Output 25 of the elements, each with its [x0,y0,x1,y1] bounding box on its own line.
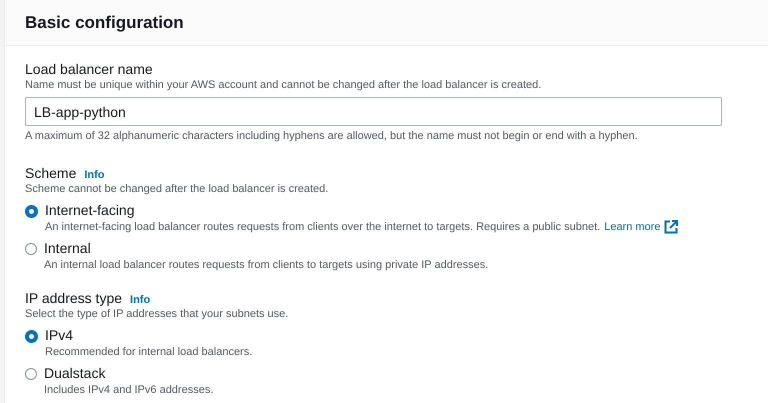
radio-button[interactable] [25,243,37,255]
option-label[interactable]: Internal [44,240,488,257]
option-label[interactable]: IPv4 [45,327,252,344]
option-label[interactable]: Internet-facing [45,202,678,219]
name-input-field[interactable]: LB-app-python [25,97,722,126]
external-link-icon [664,220,678,234]
info-link[interactable]: Info [130,294,150,306]
radio-button[interactable] [25,368,37,380]
option-description: Recommended for internal load balancers. [45,345,252,360]
field-label: IP address type [25,289,122,307]
option-description: An internet-facing load balancer routes requests from clients over the internet to targets. Requires a public subnet. [45,220,600,235]
field-description: Scheme cannot be changed after the load balancer is created. [25,182,330,197]
field-label: Load balancer name [25,60,154,78]
field-description: Name must be unique within your AWS account and cannot be changed after the load balancer is created. [25,78,542,93]
option-label[interactable]: Dualstack [44,365,214,382]
constraint-text: A maximum of 32 alphanumeric characters including hyphens are allowed, but the name must not begin or end with a hyphen. [25,129,639,144]
option-description: An internal load balancer routes requests from clients to targets using private IP addresses. [44,258,488,273]
radio-button[interactable] [25,330,38,343]
radio-button[interactable] [25,205,38,218]
section-title: Basic configuration [25,12,184,32]
field-label: Scheme [25,164,76,182]
option-description: Includes IPv4 and IPv6 addresses. [44,383,214,398]
info-link[interactable]: Info [84,169,105,181]
field-description: Select the type of IP addresses that your subnets use. [25,307,290,322]
learn-more-link[interactable]: Learn more [604,219,660,235]
